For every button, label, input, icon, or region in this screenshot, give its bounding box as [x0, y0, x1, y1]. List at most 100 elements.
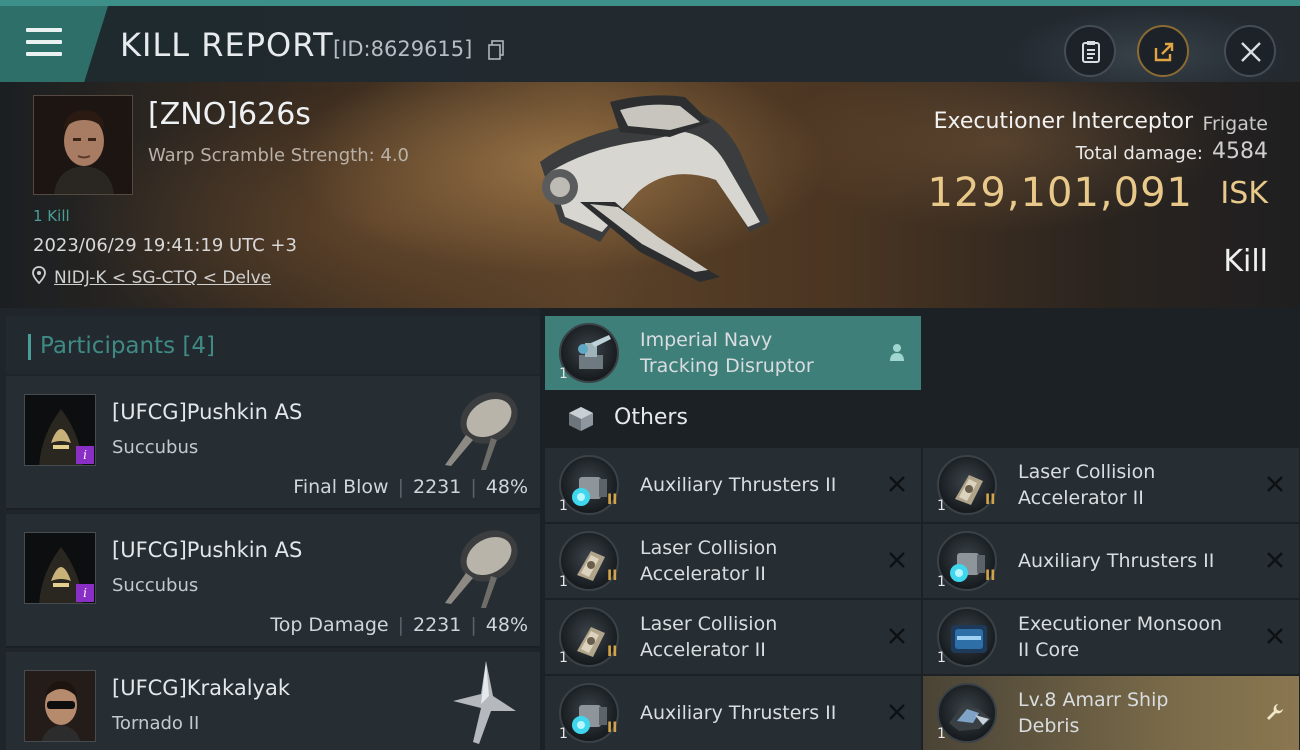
- close-icon[interactable]: [1265, 626, 1285, 646]
- participant-name: [UFCG]Pushkin AS: [112, 400, 303, 424]
- module-quantity: 1: [559, 726, 568, 742]
- close-icon[interactable]: [887, 474, 907, 494]
- module-quantity: 1: [937, 726, 946, 742]
- info-badge-icon[interactable]: i: [76, 446, 94, 464]
- menu-button[interactable]: [0, 6, 108, 82]
- tech-level-badge: II: [985, 568, 996, 584]
- total-damage-value: 4584: [1212, 139, 1268, 164]
- report-id: [ID:8629615]: [333, 37, 473, 61]
- module-slot[interactable]: 1 II Laser Collision Accelerator II: [545, 524, 921, 598]
- fitting-panel: 1 Imperial Navy Tracking Disruptor Others…: [540, 308, 1300, 750]
- close-icon[interactable]: [1265, 550, 1285, 570]
- header-accent-bar: [28, 334, 31, 360]
- tech-level-badge: II: [607, 492, 618, 508]
- participant-ship: Succubus: [112, 575, 199, 596]
- participant-ship: Succubus: [112, 437, 199, 458]
- tech-level-badge: II: [607, 720, 618, 736]
- module-quantity: 1: [937, 498, 946, 514]
- participants-title: Participants [4]: [40, 333, 215, 359]
- isk-value: 129,101,091: [927, 170, 1193, 216]
- kill-summary-banner: [ZNO]626s Warp Scramble Strength: 4.0 1 …: [0, 82, 1300, 308]
- participant-name: [UFCG]Krakalyak: [112, 676, 290, 700]
- participant-percent: 48%: [485, 614, 528, 636]
- warp-scramble-strength: Warp Scramble Strength: 4.0: [148, 145, 410, 166]
- participant-ship: Tornado II: [112, 713, 200, 734]
- participants-panel: Participants [4] i [UFCG]Pushkin AS Succub…: [0, 308, 540, 750]
- victim-ship-class: Frigate: [1202, 113, 1268, 135]
- participant-ship-icon: [453, 661, 516, 744]
- module-name: Imperial Navy Tracking Disruptor: [640, 329, 814, 377]
- others-title: Others: [614, 405, 688, 430]
- module-quantity: 1: [937, 574, 946, 590]
- close-icon[interactable]: [887, 626, 907, 646]
- participant-damage: 2231: [413, 614, 462, 636]
- module-name: Auxiliary Thrusters II: [640, 702, 837, 724]
- debris-icon: [937, 683, 997, 743]
- participant-portrait[interactable]: [24, 670, 96, 742]
- participant-row[interactable]: [UFCG]Krakalyak Tornado II: [6, 652, 540, 750]
- clipboard-button[interactable]: [1064, 25, 1116, 77]
- clipboard-icon: [1082, 41, 1100, 63]
- victim-ship-type: Executioner Interceptor: [933, 109, 1193, 134]
- participant-row[interactable]: i [UFCG]Pushkin AS Succubus Final Blow | 2231…: [6, 376, 540, 510]
- participants-header: Participants [4]: [6, 316, 540, 374]
- tech-level-badge: II: [985, 492, 996, 508]
- info-badge-icon[interactable]: i: [76, 584, 94, 602]
- module-slot[interactable]: 1 II Auxiliary Thrusters II: [545, 448, 921, 522]
- participant-name: [UFCG]Pushkin AS: [112, 538, 303, 562]
- close-icon[interactable]: [887, 702, 907, 722]
- isk-unit: ISK: [1220, 176, 1268, 211]
- participant-stats: Final Blow | 2231 | 48%: [293, 476, 528, 498]
- module-slot[interactable]: 1 II Auxiliary Thrusters II: [923, 524, 1299, 598]
- victim-ship-image: [540, 95, 770, 282]
- close-icon: [1241, 42, 1261, 62]
- module-name: Laser Collision Accelerator II: [1018, 461, 1156, 509]
- kill-datetime: 2023/06/29 19:41:19 UTC +3: [33, 235, 297, 256]
- share-button[interactable]: [1137, 25, 1189, 77]
- participant-role: Final Blow: [293, 476, 389, 498]
- copy-icon[interactable]: [488, 40, 504, 60]
- participant-damage: 2231: [413, 476, 462, 498]
- participant-row[interactable]: i [UFCG]Pushkin AS Succubus Top Damage | 2231…: [6, 514, 540, 648]
- location-link[interactable]: NIDJ-K < SG-CTQ < Delve: [54, 268, 271, 288]
- close-icon[interactable]: [887, 550, 907, 570]
- close-button[interactable]: [1224, 25, 1276, 77]
- module-slot[interactable]: 1 II Auxiliary Thrusters II: [545, 676, 921, 750]
- ship-core-icon: [937, 607, 997, 667]
- module-name: Executioner Monsoon II Core: [1018, 613, 1223, 661]
- module-slot[interactable]: 1 Lv.8 Amarr Ship Debris: [923, 676, 1299, 750]
- kill-count: 1 Kill: [33, 207, 70, 225]
- module-quantity: 1: [559, 650, 568, 666]
- pilot-avatar-icon: [25, 671, 95, 741]
- page-title: KILL REPORT: [120, 26, 334, 64]
- pilot-avatar-icon: [34, 96, 132, 194]
- total-damage-label: Total damage:: [1075, 143, 1203, 164]
- close-icon[interactable]: [1265, 474, 1285, 494]
- module-quantity: 1: [559, 498, 568, 514]
- victim-portrait[interactable]: [33, 95, 133, 195]
- cube-icon: [569, 407, 593, 431]
- module-quantity: 1: [559, 366, 568, 382]
- others-section-header: Others: [545, 392, 921, 444]
- module-name: Lv.8 Amarr Ship Debris: [1018, 689, 1169, 737]
- module-quantity: 1: [937, 650, 946, 666]
- participant-percent: 48%: [485, 476, 528, 498]
- module-slot-tracking-disruptor[interactable]: 1 Imperial Navy Tracking Disruptor: [545, 316, 921, 390]
- participant-stats: Top Damage | 2231 | 48%: [270, 614, 528, 636]
- kill-result-label: Kill: [1223, 244, 1268, 279]
- participant-ship-icon: [445, 392, 518, 470]
- module-slot[interactable]: 1 Executioner Monsoon II Core: [923, 600, 1299, 674]
- module-name: Laser Collision Accelerator II: [640, 613, 778, 661]
- top-bar: KILL REPORT [ID:8629615]: [0, 0, 1300, 88]
- module-name: Auxiliary Thrusters II: [1018, 550, 1215, 572]
- module-slot[interactable]: 1 II Laser Collision Accelerator II: [545, 600, 921, 674]
- module-name: Laser Collision Accelerator II: [640, 537, 778, 585]
- participant-ship-icon: [445, 530, 518, 608]
- location-pin-icon: [32, 266, 46, 284]
- tech-level-badge: II: [607, 568, 618, 584]
- module-name: Auxiliary Thrusters II: [640, 474, 837, 496]
- person-icon[interactable]: [887, 342, 907, 362]
- wrench-icon[interactable]: [1265, 702, 1285, 722]
- module-slot[interactable]: 1 II Laser Collision Accelerator II: [923, 448, 1299, 522]
- victim-name: [ZNO]626s: [148, 97, 311, 132]
